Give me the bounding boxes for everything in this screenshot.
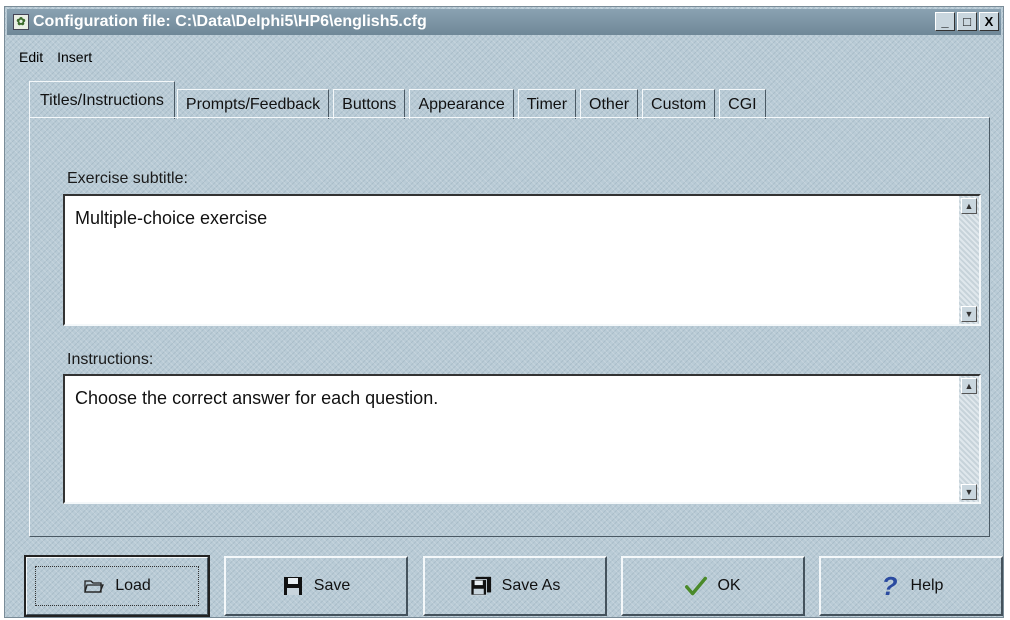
instructions-scrollbar[interactable]: ▲ ▼ [959, 376, 979, 502]
ok-button[interactable]: OK [621, 556, 805, 616]
close-button[interactable]: X [979, 12, 999, 31]
tab-cgi[interactable]: CGI [719, 89, 766, 119]
tab-timer[interactable]: Timer [517, 89, 577, 119]
tab-panel: Exercise subtitle: Multiple-choice exerc… [29, 117, 990, 537]
tab-strip: Titles/Instructions Prompts/Feedback But… [29, 79, 770, 119]
help-button[interactable]: ? Help [819, 556, 1003, 616]
maximize-button[interactable]: □ [957, 12, 977, 31]
checkmark-icon [685, 575, 708, 597]
save-as-button[interactable]: Save As [423, 556, 607, 616]
folder-open-icon [83, 575, 105, 597]
instructions-textarea[interactable]: Choose the correct answer for each quest… [63, 374, 981, 504]
scroll-up-arrow-icon[interactable]: ▲ [961, 198, 977, 214]
menu-edit[interactable]: Edit [19, 49, 43, 65]
ok-label: OK [717, 577, 741, 594]
scroll-up-arrow-icon[interactable]: ▲ [961, 378, 977, 394]
scroll-down-arrow-icon[interactable]: ▼ [961, 306, 977, 322]
scroll-down-arrow-icon[interactable]: ▼ [961, 484, 977, 500]
floppy-disk-icon [282, 575, 304, 597]
save-button[interactable]: Save [224, 556, 408, 616]
save-label: Save [313, 577, 351, 594]
app-icon[interactable]: ✿ [13, 14, 29, 30]
save-as-label: Save As [501, 577, 561, 594]
tab-appearance[interactable]: Appearance [409, 89, 514, 119]
config-window: ✿ Configuration file: C:\Data\Delphi5\HP… [4, 6, 1004, 618]
tab-custom[interactable]: Custom [642, 89, 716, 119]
window-controls: _ □ X [935, 12, 999, 31]
tab-buttons[interactable]: Buttons [333, 89, 406, 119]
tab-prompts-feedback[interactable]: Prompts/Feedback [176, 89, 330, 119]
floppy-disks-icon [470, 575, 492, 597]
load-label: Load [115, 577, 151, 594]
tab-titles-instructions[interactable]: Titles/Instructions [29, 81, 175, 119]
menu-insert[interactable]: Insert [57, 49, 92, 65]
button-bar: Load Save Save As OK ? Help [24, 555, 1003, 617]
subtitle-label: Exercise subtitle: [67, 170, 188, 187]
window-title: Configuration file: C:\Data\Delphi5\HP6\… [33, 13, 427, 30]
tab-other[interactable]: Other [580, 89, 639, 119]
menu-bar: Edit Insert [19, 49, 92, 65]
instructions-label: Instructions: [67, 351, 154, 368]
instructions-text: Choose the correct answer for each quest… [75, 388, 439, 408]
load-button[interactable]: Load [24, 555, 210, 617]
help-label: Help [910, 577, 944, 594]
question-mark-icon: ? [881, 570, 898, 601]
subtitle-scrollbar[interactable]: ▲ ▼ [959, 196, 979, 324]
subtitle-textarea[interactable]: Multiple-choice exercise ▲ ▼ [63, 194, 981, 326]
minimize-button[interactable]: _ [935, 12, 955, 31]
title-bar[interactable]: ✿ Configuration file: C:\Data\Delphi5\HP… [7, 9, 1001, 35]
subtitle-text: Multiple-choice exercise [75, 208, 268, 228]
